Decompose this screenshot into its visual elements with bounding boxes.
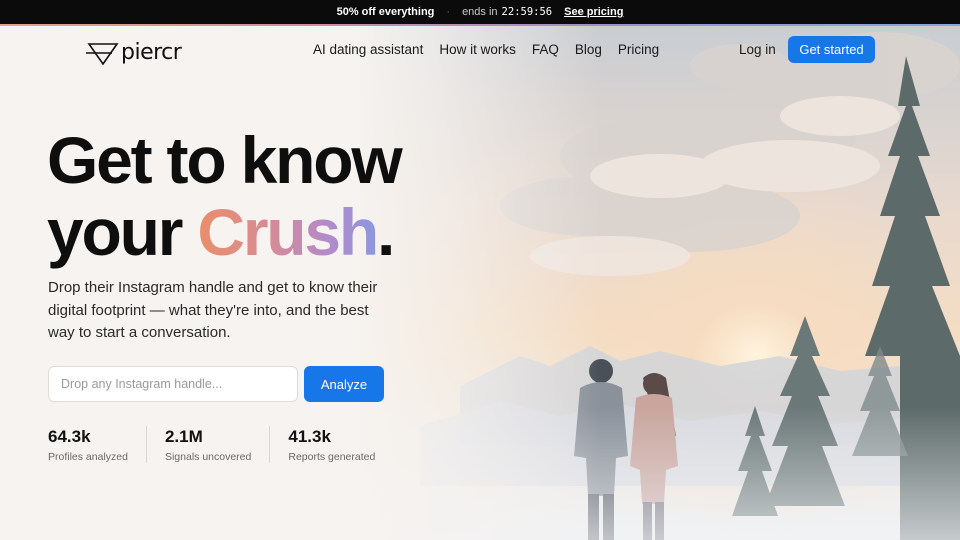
headline-period: .: [377, 195, 395, 269]
nav-item-blog[interactable]: Blog: [575, 42, 602, 57]
top-nav: piercr AI dating assistant How it works …: [0, 26, 960, 74]
promo-ends-label: ends in 22:59:56: [462, 6, 553, 18]
instagram-handle-input[interactable]: [48, 366, 298, 402]
nav-item-pricing[interactable]: Pricing: [618, 42, 659, 57]
hero-headline: Get to know your Crush.: [47, 123, 403, 269]
login-link[interactable]: Log in: [739, 42, 776, 57]
logo-mark-icon: [86, 42, 119, 65]
stat-signals-uncovered: 2.1M Signals uncovered: [145, 426, 269, 463]
nav-menu: AI dating assistant How it works FAQ Blo…: [313, 42, 659, 57]
stat-value: 41.3k: [288, 427, 331, 446]
nav-item-faq[interactable]: FAQ: [532, 42, 559, 57]
promo-offer: 50% off everything: [336, 6, 435, 18]
stat-reports-generated: 41.3k Reports generated: [269, 426, 393, 463]
promo-timer: 22:59:56: [501, 6, 553, 18]
hero-subtitle: Drop their Instagram handle and get to k…: [48, 279, 378, 341]
stats-row: 64.3k Profiles analyzed 2.1M Signals unc…: [48, 426, 393, 463]
nav-item-ai-dating-assistant[interactable]: AI dating assistant: [313, 42, 423, 57]
stat-profiles-analyzed: 64.3k Profiles analyzed: [48, 426, 146, 463]
headline-highlight: Crush: [197, 195, 379, 269]
get-started-button[interactable]: Get started: [788, 36, 875, 63]
see-pricing-link[interactable]: See pricing: [564, 6, 623, 18]
stat-label: Reports generated: [288, 451, 376, 463]
promo-bar: 50% off everything · ends in 22:59:56 See…: [0, 0, 960, 24]
headline-line-2-prefix: your: [47, 195, 198, 269]
stat-value: 64.3k: [48, 427, 91, 446]
stat-value: 2.1M: [164, 427, 203, 446]
nav-item-how-it-works[interactable]: How it works: [439, 42, 516, 57]
logo-text: piercr: [121, 40, 182, 65]
analyze-button[interactable]: Analyze: [304, 366, 384, 402]
stat-label: Profiles analyzed: [48, 451, 128, 463]
headline-line-1: Get to know: [47, 123, 403, 197]
stat-label: Signals uncovered: [164, 451, 252, 463]
logo[interactable]: piercr: [86, 40, 182, 65]
promo-separator: ·: [446, 6, 451, 18]
